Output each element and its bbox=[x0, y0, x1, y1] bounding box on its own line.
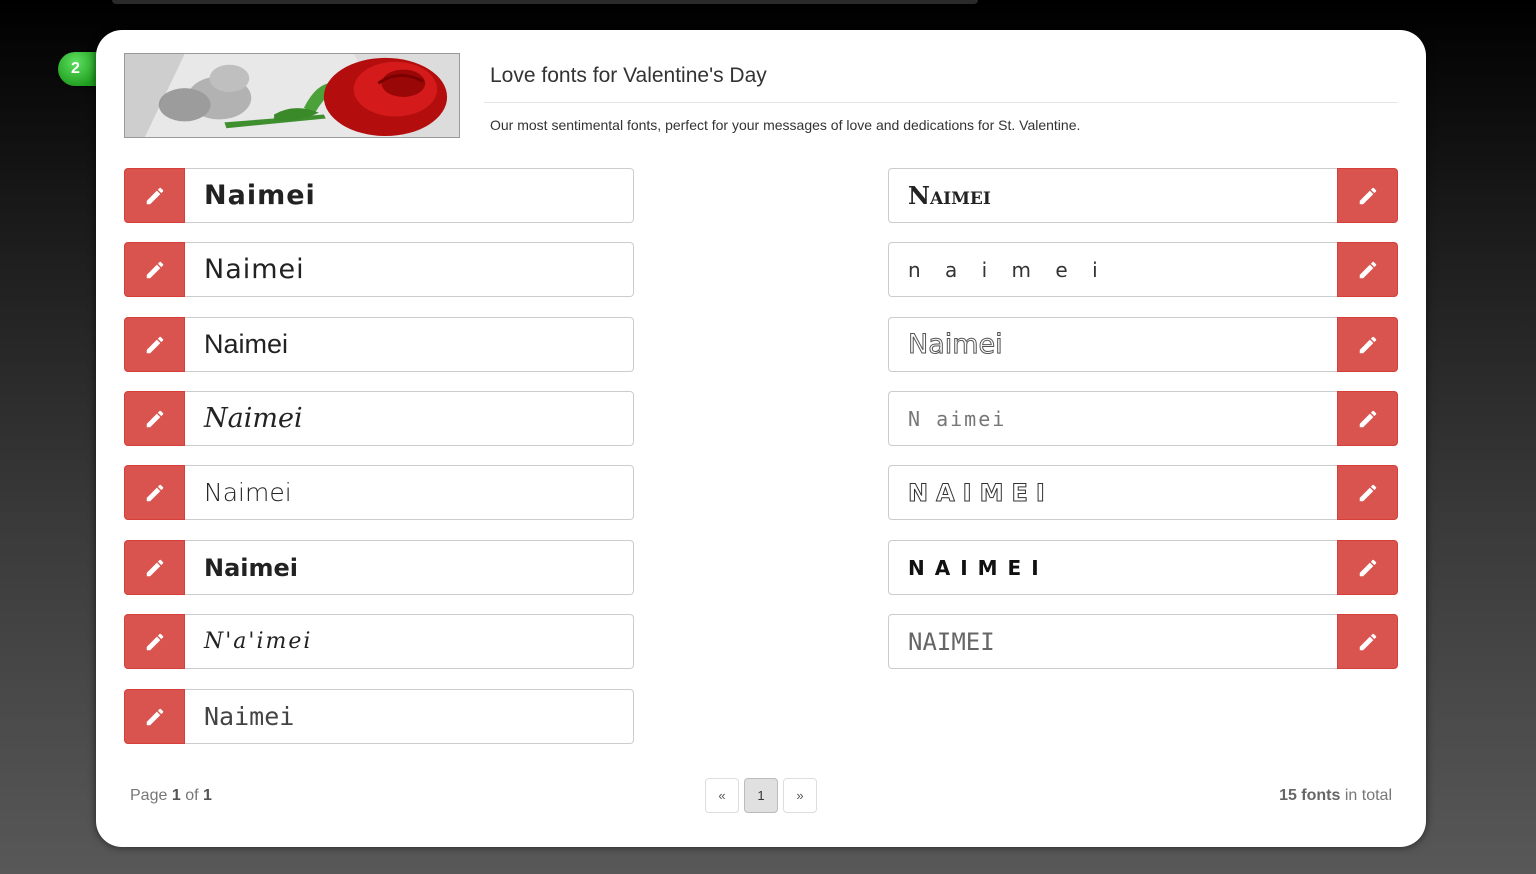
title-divider bbox=[484, 102, 1398, 103]
font-preview[interactable]: Naimei bbox=[888, 317, 1337, 372]
font-row: Naimei bbox=[124, 391, 634, 446]
font-preview[interactable]: NAIMEI bbox=[888, 540, 1337, 595]
font-preview[interactable]: NAIMEI bbox=[888, 465, 1337, 520]
font-preview[interactable]: Naimei bbox=[185, 317, 634, 372]
next-page-button[interactable]: » bbox=[783, 778, 817, 813]
pagination: « 1 » bbox=[705, 778, 817, 813]
font-preview[interactable]: N'a'imei bbox=[185, 614, 634, 669]
pencil-icon bbox=[146, 261, 163, 278]
total-pages: 1 bbox=[202, 787, 212, 804]
top-strip bbox=[112, 0, 978, 4]
font-count: 15 fonts bbox=[1279, 787, 1341, 804]
page-indicator: Page 1 of 1 bbox=[130, 787, 212, 805]
pencil-icon bbox=[1359, 559, 1376, 576]
page-label: Page bbox=[130, 787, 168, 804]
current-page: 1 bbox=[171, 787, 181, 804]
font-preview[interactable]: Naimei bbox=[185, 689, 634, 744]
step-number: 2 bbox=[71, 60, 80, 77]
font-count-suffix: in total bbox=[1344, 787, 1392, 804]
edit-button[interactable] bbox=[1337, 242, 1398, 297]
edit-button[interactable] bbox=[1337, 391, 1398, 446]
edit-button[interactable] bbox=[124, 465, 185, 520]
font-row: Naimei bbox=[888, 168, 1398, 223]
font-row: NAIMEI bbox=[888, 540, 1398, 595]
of-label: of bbox=[185, 787, 199, 804]
edit-button[interactable] bbox=[124, 242, 185, 297]
font-preview[interactable]: Naimei bbox=[888, 168, 1337, 223]
font-row: Naimei bbox=[124, 168, 634, 223]
pencil-icon bbox=[146, 708, 163, 725]
edit-button[interactable] bbox=[124, 614, 185, 669]
rose-illustration bbox=[125, 54, 459, 137]
font-row: Naimei bbox=[124, 317, 634, 372]
pencil-icon bbox=[146, 484, 163, 501]
pencil-icon bbox=[1359, 187, 1376, 204]
font-row: n a i m e i bbox=[888, 242, 1398, 297]
font-row: Naimei bbox=[124, 242, 634, 297]
edit-button[interactable] bbox=[124, 317, 185, 372]
font-row: Naimei bbox=[124, 465, 634, 520]
font-row: Naimei bbox=[124, 689, 634, 744]
pencil-icon bbox=[1359, 336, 1376, 353]
edit-button[interactable] bbox=[1337, 168, 1398, 223]
font-preview[interactable]: Naimei bbox=[185, 391, 634, 446]
edit-button[interactable] bbox=[1337, 540, 1398, 595]
pencil-icon bbox=[146, 633, 163, 650]
font-preview[interactable]: Naimei bbox=[185, 465, 634, 520]
prev-page-button[interactable]: « bbox=[705, 778, 739, 813]
edit-button[interactable] bbox=[1337, 465, 1398, 520]
edit-button[interactable] bbox=[124, 689, 185, 744]
font-row: N'a'imei bbox=[124, 614, 634, 669]
font-preview[interactable]: Naimei bbox=[185, 540, 634, 595]
edit-button[interactable] bbox=[1337, 317, 1398, 372]
font-preview[interactable]: n a i m e i bbox=[888, 242, 1337, 297]
pencil-icon bbox=[1359, 633, 1376, 650]
edit-button[interactable] bbox=[124, 168, 185, 223]
font-row: N aimei bbox=[888, 391, 1398, 446]
font-preview[interactable]: Naimei bbox=[185, 242, 634, 297]
font-total: 15 fonts in total bbox=[1279, 787, 1392, 805]
pencil-icon bbox=[1359, 484, 1376, 501]
font-row: NAIMEI bbox=[888, 465, 1398, 520]
pencil-icon bbox=[146, 410, 163, 427]
collection-banner-image bbox=[124, 53, 460, 138]
font-collection-card: Love fonts for Valentine's Day Our most … bbox=[96, 30, 1426, 847]
edit-button[interactable] bbox=[124, 540, 185, 595]
font-preview[interactable]: NAIMEI bbox=[888, 614, 1337, 669]
pencil-icon bbox=[146, 559, 163, 576]
edit-button[interactable] bbox=[1337, 614, 1398, 669]
font-row: NAIMEI bbox=[888, 614, 1398, 669]
collection-title: Love fonts for Valentine's Day bbox=[490, 64, 767, 87]
collection-description: Our most sentimental fonts, perfect for … bbox=[490, 117, 1081, 133]
pencil-icon bbox=[146, 187, 163, 204]
pencil-icon bbox=[1359, 261, 1376, 278]
font-row: Naimei bbox=[888, 317, 1398, 372]
font-preview[interactable]: N aimei bbox=[888, 391, 1337, 446]
page-1-button[interactable]: 1 bbox=[744, 778, 778, 813]
edit-button[interactable] bbox=[124, 391, 185, 446]
pencil-icon bbox=[146, 336, 163, 353]
pencil-icon bbox=[1359, 410, 1376, 427]
font-row: Naimei bbox=[124, 540, 634, 595]
font-preview[interactable]: Naimei bbox=[185, 168, 634, 223]
